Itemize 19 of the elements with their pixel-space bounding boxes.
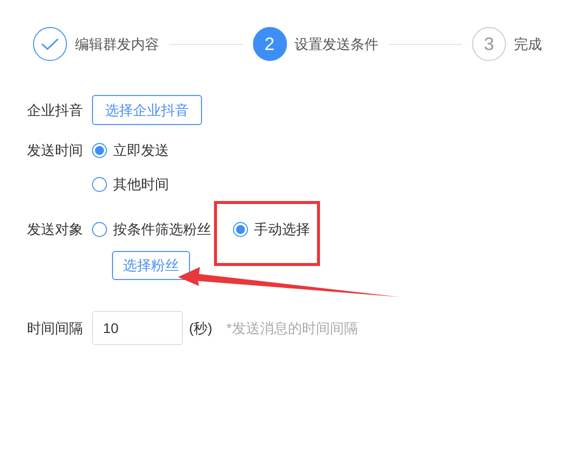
step-number: 3	[484, 32, 494, 56]
field-label: 企业抖音	[27, 100, 84, 120]
step-label: 设置发送条件	[294, 34, 378, 54]
radio-option[interactable]: 手动选择	[233, 218, 310, 240]
field-label: 发送时间	[27, 141, 84, 160]
hint-text: *发送消息的时间间隔	[226, 318, 358, 338]
field-label: 发送对象	[27, 220, 84, 238]
unit-label: (秒)	[189, 318, 212, 338]
radio-option[interactable]: 按条件筛选粉丝	[92, 218, 211, 240]
field-label: 时间间隔	[27, 318, 84, 338]
interval-input[interactable]: 10	[92, 311, 183, 345]
radio-circle[interactable]	[92, 142, 107, 158]
radio-option[interactable]: 立即发送	[92, 140, 169, 160]
radio-circle[interactable]	[233, 222, 248, 236]
radio-option[interactable]: 其他时间	[92, 174, 169, 194]
step-label: 完成	[514, 34, 542, 54]
step-number: 2	[264, 32, 274, 56]
check-icon	[41, 38, 59, 50]
step-label: 编辑群发内容	[75, 34, 159, 54]
